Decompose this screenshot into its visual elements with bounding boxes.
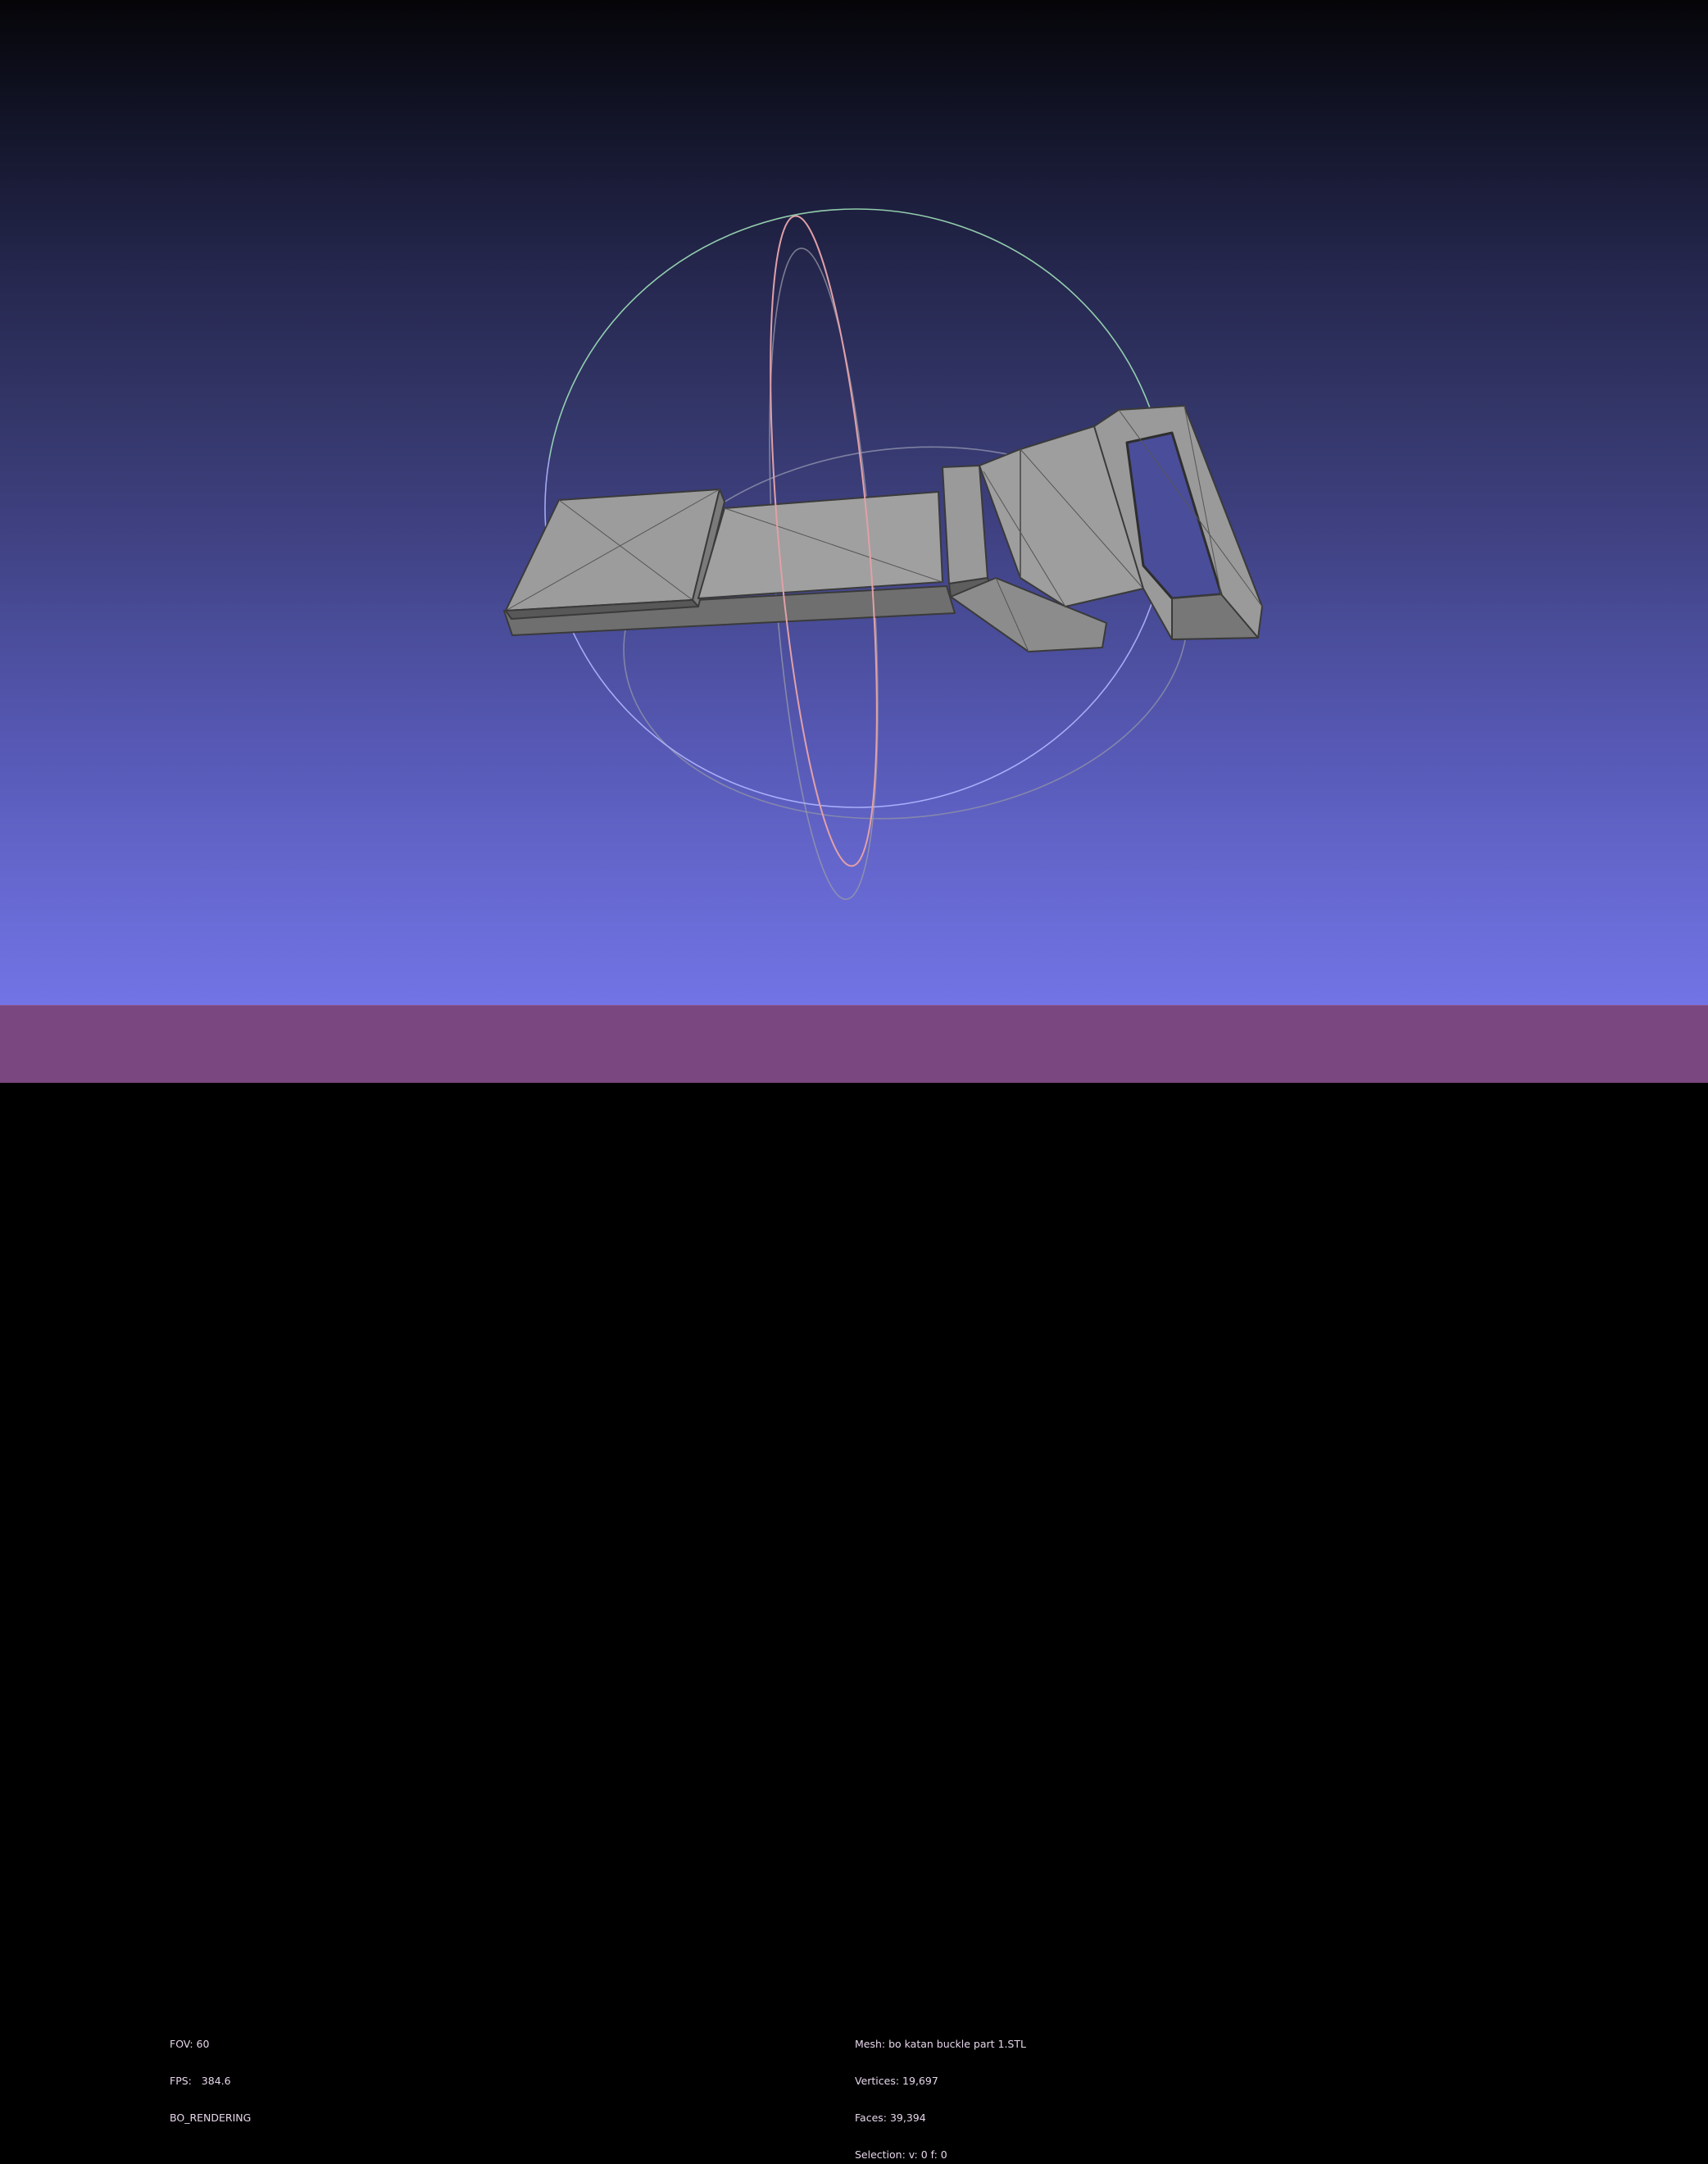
fov-readout: FOV: 60 [170, 2038, 210, 2050]
buckle-hinge-block [942, 465, 988, 584]
mesh-name-readout: Mesh: bo katan buckle part 1.STL [855, 2038, 1026, 2050]
faces-readout: Faces: 39,394 [855, 2112, 926, 2124]
mesh-info: Mesh: bo katan buckle part 1.STL Vertice… [855, 2013, 1026, 2164]
vertices-readout: Vertices: 19,697 [855, 2075, 938, 2087]
scene-canvas[interactable] [0, 0, 1708, 1005]
selection-readout: Selection: v: 0 f: 0 [855, 2148, 947, 2161]
mesh-model[interactable] [503, 405, 1263, 652]
strap-middle-top [697, 491, 943, 599]
status-bar: FOV: 60 FPS: 384.6 BO_RENDERING Mesh: bo… [0, 1005, 1708, 2161]
3d-viewport[interactable] [0, 0, 1708, 1005]
render-info: FOV: 60 FPS: 384.6 BO_RENDERING [170, 2013, 251, 2148]
fps-readout: FPS: 384.6 [170, 2075, 231, 2087]
rendering-mode-readout: BO_RENDERING [170, 2112, 252, 2124]
